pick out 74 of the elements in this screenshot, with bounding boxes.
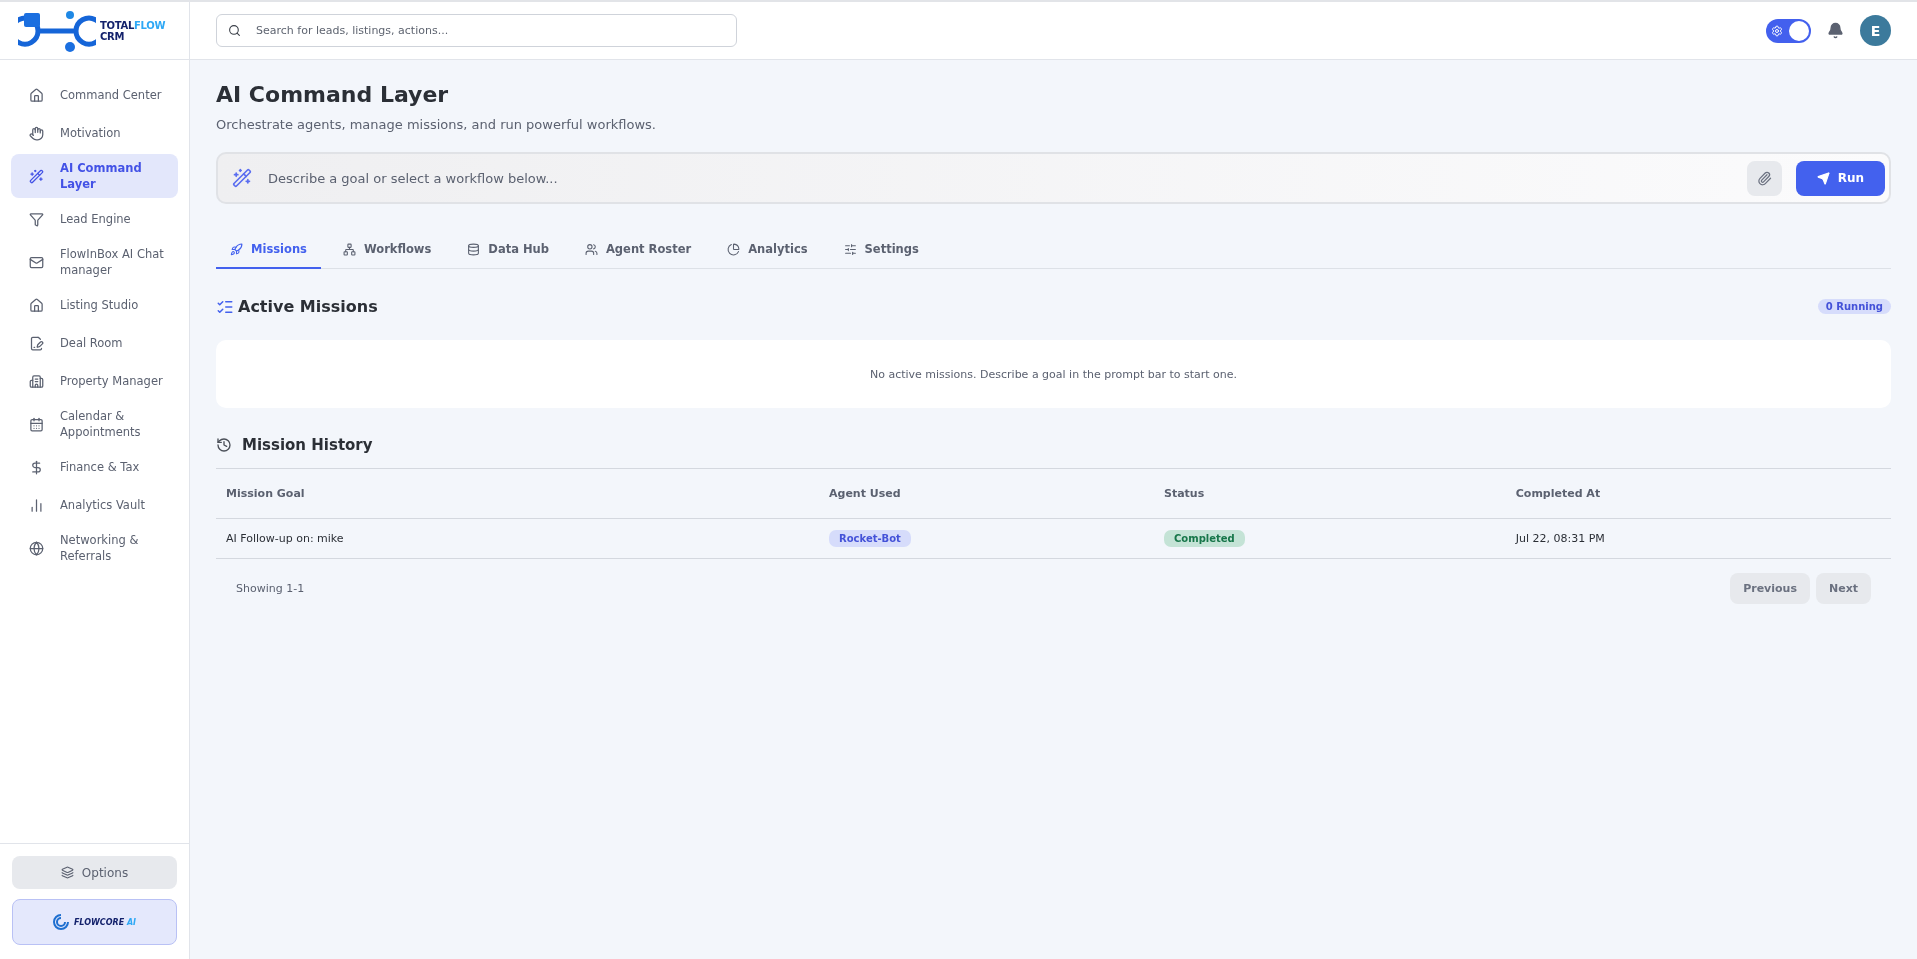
tab[interactable]: Analytics: [713, 232, 822, 269]
nav-icon: [29, 125, 44, 141]
brand-wordmark: FLOWCORE AI: [73, 917, 137, 927]
prompt-bar[interactable]: Describe a goal or select a workflow below... Run: [216, 152, 1891, 204]
tab-icon: [584, 242, 598, 256]
theme-toggle[interactable]: [1766, 18, 1811, 43]
nav-icon: [29, 87, 44, 103]
sidebar-item[interactable]: Motivation: [11, 116, 178, 150]
nav-icon: [29, 254, 44, 270]
nav-icon: [29, 335, 44, 351]
nav-icon: [29, 497, 44, 513]
table-cell: AI Follow-up on: mike: [216, 518, 819, 559]
logo-wordmark: TOTALFLOW CRM: [100, 19, 166, 42]
tab-icon: [843, 242, 857, 256]
gear-icon: [1771, 24, 1783, 37]
paperclip-icon: [1757, 170, 1772, 186]
nav-icon: [29, 211, 44, 227]
column-header: Completed At: [1505, 469, 1891, 519]
column-header: Mission Goal: [216, 469, 819, 519]
sidebar-item[interactable]: Analytics Vault: [11, 488, 178, 522]
column-header: Status: [1154, 469, 1506, 519]
tab[interactable]: Workflows: [328, 232, 446, 269]
sidebar-item[interactable]: Networking & Referrals: [11, 526, 178, 570]
notifications-icon[interactable]: [1827, 22, 1844, 39]
nav-icon: [29, 168, 44, 184]
section-title: Mission History: [242, 436, 373, 454]
status-tag: Completed: [1164, 530, 1245, 547]
options-button[interactable]: Options: [12, 856, 177, 889]
sidebar-item[interactable]: Property Manager: [11, 364, 178, 398]
agent-tag: Rocket-Bot: [829, 530, 911, 547]
nav-icon: [29, 373, 44, 389]
run-button[interactable]: Run: [1796, 160, 1885, 196]
tab-icon: [230, 242, 243, 256]
section-title: Active Missions: [238, 297, 378, 316]
tab[interactable]: Data Hub: [453, 232, 563, 269]
swirl-icon: [52, 914, 69, 930]
tab-icon: [727, 242, 741, 256]
prompt-input[interactable]: Describe a goal or select a workflow below...: [266, 169, 1733, 187]
tab[interactable]: Agent Roster: [570, 232, 706, 269]
tab[interactable]: Settings: [829, 232, 933, 269]
sidebar-item[interactable]: AI Command Layer: [11, 154, 178, 198]
layers-icon: [60, 866, 74, 879]
sidebar-item[interactable]: Deal Room: [11, 326, 178, 360]
sidebar-item[interactable]: Finance & Tax: [11, 450, 178, 484]
sidebar-item[interactable]: FlowInBox AI Chat manager: [11, 240, 178, 284]
nav-icon: [29, 459, 44, 475]
pagination-info: Showing 1-1: [236, 582, 305, 595]
attach-button[interactable]: [1747, 160, 1782, 196]
nav-icon: [29, 297, 44, 313]
history-icon: [216, 437, 232, 453]
pagination-button[interactable]: Next: [1815, 573, 1871, 604]
running-count: 0 Running: [1817, 299, 1891, 314]
nav-icon: [29, 540, 44, 556]
column-header: Agent Used: [819, 469, 1154, 519]
magic-wand-icon: [232, 168, 252, 188]
empty-message: No active missions. Describe a goal in the prompt bar to start one.: [869, 367, 1238, 381]
page-subtitle: Orchestrate agents, manage missions, and run powerful workflows.: [216, 117, 657, 132]
tab-icon: [467, 242, 481, 256]
logo-icon: [18, 8, 96, 53]
brand-card[interactable]: FLOWCORE AI: [12, 899, 177, 945]
tab[interactable]: Missions: [216, 232, 321, 269]
pagination-button[interactable]: Previous: [1730, 573, 1810, 604]
tab-icon: [342, 242, 356, 256]
sidebar-item[interactable]: Listing Studio: [11, 288, 178, 322]
table-cell: Jul 22, 08:31 PM: [1505, 518, 1891, 559]
send-icon: [1816, 171, 1830, 185]
user-avatar[interactable]: E: [1860, 15, 1891, 46]
sidebar-item[interactable]: Calendar & Appointments: [11, 402, 178, 446]
page-title: AI Command Layer: [216, 82, 450, 107]
sidebar-item[interactable]: Lead Engine: [11, 202, 178, 236]
search-icon: [228, 24, 241, 37]
sidebar-item[interactable]: Command Center: [11, 78, 178, 112]
search-field[interactable]: Search for leads, listings, actions...: [216, 14, 737, 47]
nav-icon: [29, 416, 44, 432]
